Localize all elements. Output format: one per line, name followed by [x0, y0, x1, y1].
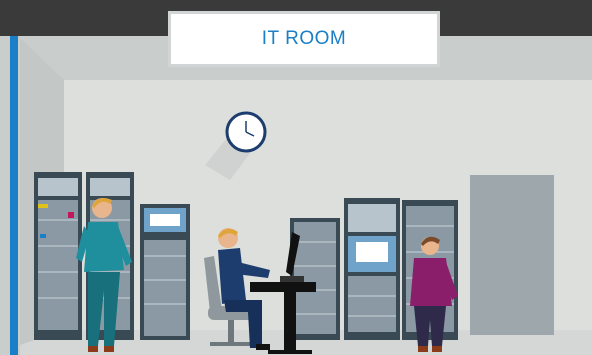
server-rack-left-3 [140, 236, 190, 340]
server-rack-left-1 [34, 172, 82, 340]
server-rack-right-1 [344, 198, 400, 340]
it-room-sign: IT ROOM [168, 11, 440, 67]
monitor-small [140, 204, 190, 236]
door [470, 175, 554, 335]
left-accent-strip [10, 36, 18, 355]
sign-text: IT ROOM [261, 28, 347, 49]
it-room-illustration: IT ROOM [0, 0, 592, 355]
